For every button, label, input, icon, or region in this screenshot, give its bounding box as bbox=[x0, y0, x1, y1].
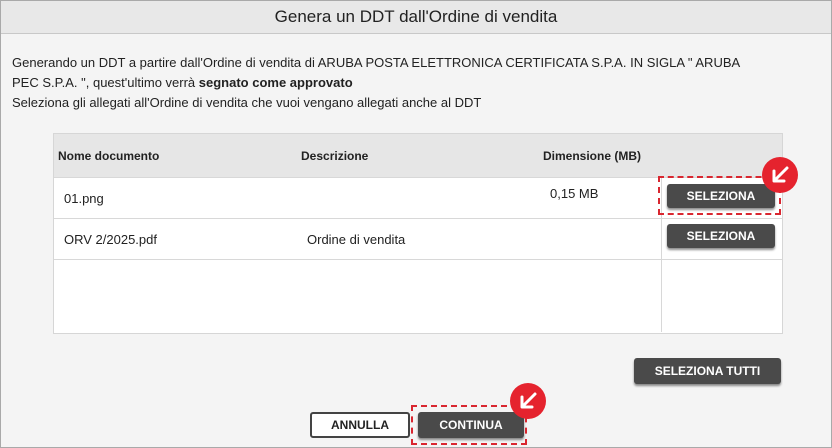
document-size: 0,15 MB bbox=[550, 186, 599, 201]
intro-line-3: Seleziona gli allegati all'Ordine di ven… bbox=[12, 95, 482, 110]
table-row: ORV 2/2025.pdf Ordine di vendita SELEZIO… bbox=[54, 218, 782, 259]
dialog-title: Genera un DDT dall'Ordine di vendita bbox=[274, 7, 558, 26]
dialog-titlebar: Genera un DDT dall'Ordine di vendita bbox=[1, 1, 831, 34]
table-empty-row bbox=[54, 259, 782, 333]
intro-line-1: Generando un DDT a partire dall'Ordine d… bbox=[12, 55, 741, 70]
column-header-description: Descrizione bbox=[301, 149, 369, 163]
document-description: Ordine di vendita bbox=[307, 232, 406, 247]
cancel-button[interactable]: ANNULLA bbox=[310, 412, 410, 438]
intro-bold-text: segnato come approvato bbox=[198, 75, 353, 90]
intro-line-2: PEC S.P.A. ", quest'ultimo verrà segnato… bbox=[12, 73, 812, 93]
intro-line-2-text: PEC S.P.A. ", quest'ultimo verrà bbox=[12, 75, 199, 90]
document-name: ORV 2/2025.pdf bbox=[64, 232, 157, 247]
attachments-table: Nome documento Descrizione Dimensione (M… bbox=[53, 133, 783, 334]
table-header: Nome documento Descrizione Dimensione (M… bbox=[54, 134, 782, 177]
select-all-button[interactable]: SELEZIONA TUTTI bbox=[634, 358, 781, 384]
column-header-size: Dimensione (MB) bbox=[543, 149, 642, 163]
arrow-down-left-icon bbox=[510, 383, 546, 419]
dialog: Genera un DDT dall'Ordine di vendita Gen… bbox=[0, 0, 832, 448]
column-header-name: Nome documento bbox=[58, 149, 160, 163]
arrow-down-left-icon bbox=[762, 157, 798, 193]
select-button[interactable]: SELEZIONA bbox=[667, 224, 775, 248]
intro-text: Generando un DDT a partire dall'Ordine d… bbox=[12, 53, 812, 113]
document-name: 01.png bbox=[64, 191, 104, 206]
